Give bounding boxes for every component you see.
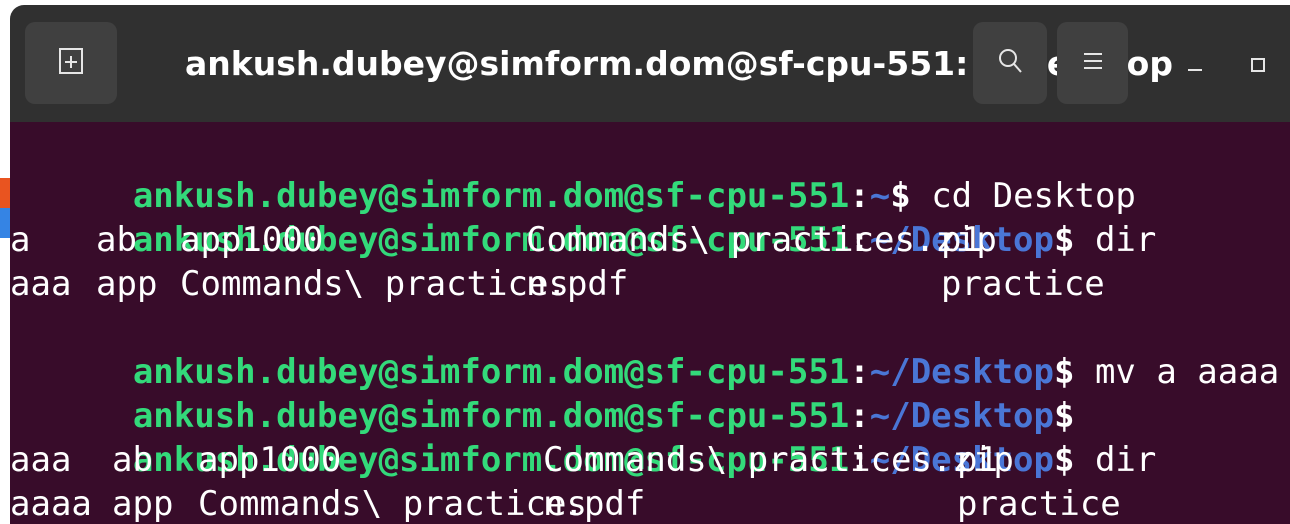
terminal-area[interactable]: ankush.dubey@simform.dom@sf-cpu-551:~$ c… <box>10 122 1290 524</box>
blue-edge-mark <box>0 208 10 238</box>
hamburger-menu-icon <box>1082 50 1104 77</box>
file-entry: ab <box>96 220 137 260</box>
file-entry: Commands\ practices <box>198 484 587 524</box>
maximize-icon <box>1248 55 1268 80</box>
file-entry: app <box>96 264 158 304</box>
terminal-line: ankush.dubey@simform.dom@sf-cpu-551:~/De… <box>10 394 1157 480</box>
search-icon <box>997 47 1023 80</box>
new-tab-button[interactable] <box>25 22 117 104</box>
terminal-window: ankush.dubey@simform.dom@sf-cpu-551: ~/D… <box>0 0 1290 524</box>
search-button[interactable] <box>973 22 1047 104</box>
file-entry: ab <box>112 440 153 480</box>
file-entry: app1000 <box>180 220 324 260</box>
file-entry: Commands\ practices.zip <box>526 220 997 260</box>
file-entry: n.pdf <box>526 264 629 304</box>
output-line: a ab app1000 Commands\ practices.zip p1 <box>10 218 1290 262</box>
terminal-line: ankush.dubey@simform.dom@sf-cpu-551:~$ c… <box>10 130 1136 216</box>
header-bar: ankush.dubey@simform.dom@sf-cpu-551: ~/D… <box>10 5 1290 122</box>
file-entry: practice <box>957 484 1121 524</box>
terminal-line: ankush.dubey@simform.dom@sf-cpu-551:~/De… <box>10 350 1075 436</box>
file-entry: a <box>10 220 31 260</box>
side-edge-marks <box>0 178 10 238</box>
maximize-button[interactable] <box>1228 37 1288 97</box>
orange-edge-mark <box>0 178 10 208</box>
file-entry: Commands\ practices.zip <box>543 440 1014 480</box>
file-entry: aaa <box>10 264 72 304</box>
terminal-line: ankush.dubey@simform.dom@sf-cpu-551:~/De… <box>10 306 1279 392</box>
menu-button[interactable] <box>1057 22 1128 104</box>
new-tab-icon <box>58 47 84 80</box>
minimize-button[interactable] <box>1165 37 1225 97</box>
file-entry: Commands\ practices <box>180 264 569 304</box>
file-entry: aaa <box>10 440 72 480</box>
terminal-line: ankush.dubey@simform.dom@sf-cpu-551:~/De… <box>10 174 1157 260</box>
file-entry: p1 <box>957 440 998 480</box>
command-text: mv a aaaa <box>1074 352 1280 392</box>
file-entry: aaaa <box>10 484 92 524</box>
file-entry: app <box>112 484 174 524</box>
file-entry: p1 <box>941 220 982 260</box>
output-line: aaaa app Commands\ practices n.pdf pract… <box>10 482 1290 524</box>
output-line: aaa app Commands\ practices n.pdf practi… <box>10 262 1290 306</box>
file-entry: n.pdf <box>543 484 646 524</box>
window-title: ankush.dubey@simform.dom@sf-cpu-551: ~/D… <box>185 44 1173 83</box>
output-line: aaa ab app1000 Commands\ practices.zip p… <box>10 438 1290 482</box>
minimize-icon <box>1185 55 1205 80</box>
file-entry: app1000 <box>198 440 342 480</box>
file-entry: practice <box>941 264 1105 304</box>
